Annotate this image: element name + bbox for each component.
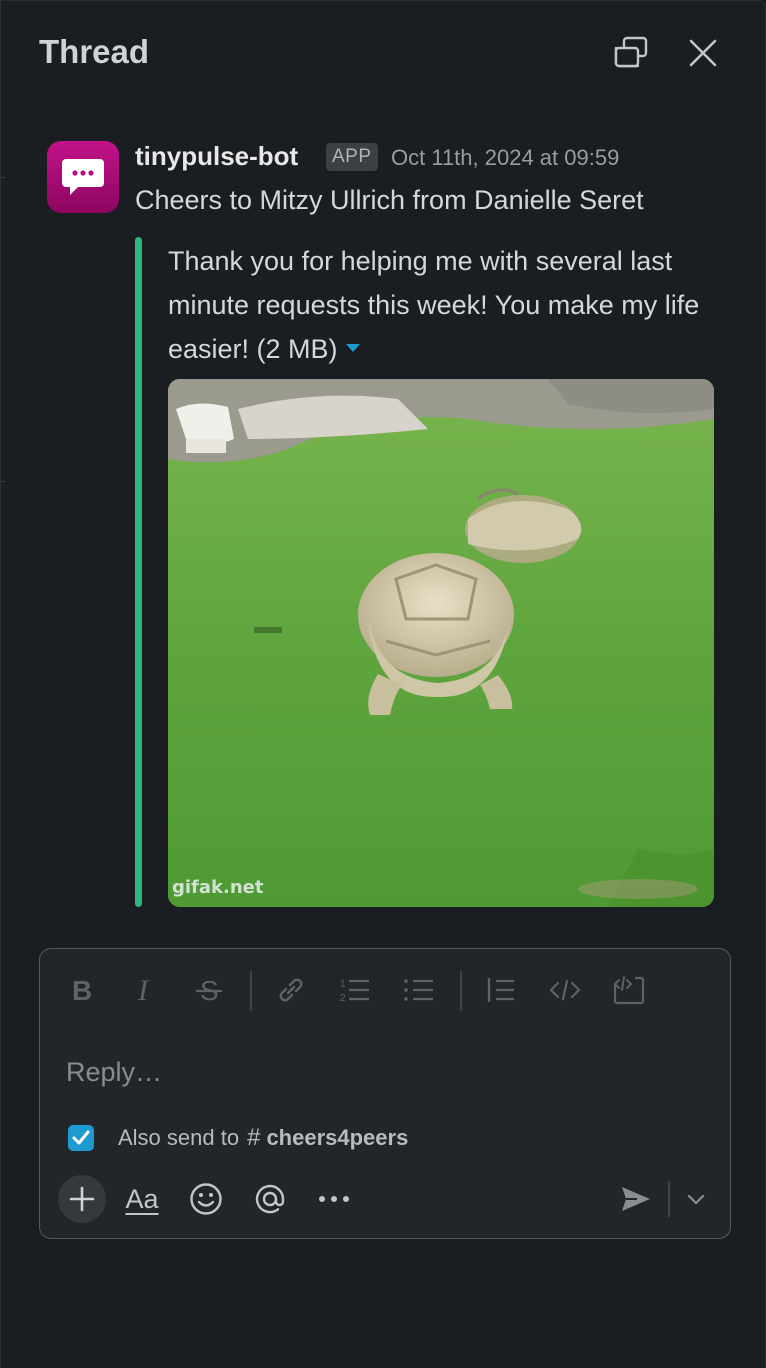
ordered-list-icon: 12 (340, 979, 369, 1004)
svg-text:1: 1 (340, 979, 346, 990)
link-button[interactable] (268, 967, 314, 1013)
gif-image[interactable]: gifak.net (168, 379, 714, 907)
checkmark-icon (72, 1130, 90, 1145)
reply-composer: B I S 12 Reply… Also send to # cheers4pe… (39, 948, 731, 1239)
chat-bubble-icon (62, 159, 104, 195)
bot-avatar[interactable] (47, 141, 119, 213)
also-send-checkbox[interactable] (68, 1125, 94, 1151)
ordered-list-button[interactable]: 12 (332, 967, 378, 1013)
mention-icon (255, 1184, 285, 1214)
italic-icon: I (137, 976, 150, 1004)
edge-divider (1, 481, 5, 482)
open-in-window-icon (614, 36, 648, 68)
message-text: Cheers to Mitzy Ullrich from Danielle Se… (135, 185, 644, 215)
strikethrough-button[interactable]: S (186, 967, 232, 1013)
emoji-icon (190, 1183, 222, 1215)
svg-text:B: B (72, 976, 92, 1004)
thread-title: Thread (39, 33, 150, 70)
code-button[interactable] (542, 967, 588, 1013)
strikethrough-icon: S (196, 975, 222, 1005)
gif-watermark: gifak.net (172, 877, 264, 898)
formatting-toolbar: B I S 12 (58, 967, 708, 1013)
italic-button[interactable]: I (122, 967, 168, 1013)
also-send-option[interactable]: Also send to # cheers4peers (68, 1123, 408, 1153)
code-block-button[interactable] (606, 967, 652, 1013)
bold-icon: B (72, 976, 92, 1004)
attachment-accent-bar (135, 237, 142, 907)
bold-button[interactable]: B (58, 967, 104, 1013)
toolbar-divider (460, 971, 462, 1011)
svg-text:2: 2 (340, 993, 346, 1004)
message-timestamp[interactable]: Oct 11th, 2024 at 09:59 (391, 145, 619, 171)
thread-panel: Thread tinypulse-bot APP Oct 11th, 2024 … (0, 0, 766, 1368)
plus-icon (69, 1186, 95, 1212)
format-toggle-button[interactable]: Aa (118, 1175, 166, 1223)
more-icon (319, 1196, 349, 1202)
send-divider (668, 1181, 670, 1217)
format-toggle-label: Aa (125, 1183, 159, 1214)
attachment-text-body: Thank you for helping me with several la… (168, 246, 700, 364)
close-icon (689, 39, 717, 67)
blockquote-button[interactable] (478, 967, 524, 1013)
also-send-channel[interactable]: cheers4peers (266, 1125, 408, 1151)
close-button[interactable] (681, 31, 725, 75)
mention-button[interactable] (246, 1175, 294, 1223)
send-button[interactable] (612, 1175, 660, 1223)
code-block-icon (613, 976, 645, 1005)
svg-text:I: I (137, 976, 150, 1004)
collapse-caret-icon[interactable] (345, 343, 360, 352)
toolbar-divider (250, 971, 252, 1011)
app-badge: APP (326, 143, 378, 171)
chevron-down-icon (687, 1194, 705, 1205)
send-options-button[interactable] (672, 1175, 720, 1223)
more-actions-button[interactable] (310, 1175, 358, 1223)
tortoise-gif-illustration: gifak.net (168, 379, 714, 907)
channel-hash-icon: # (247, 1124, 261, 1151)
blockquote-icon (487, 978, 514, 1002)
edge-divider (1, 177, 5, 178)
open-in-window-button[interactable] (609, 31, 653, 75)
code-icon (549, 979, 581, 1001)
link-icon (279, 978, 303, 1002)
sender-name[interactable]: tinypulse-bot (135, 141, 298, 172)
bulleted-list-button[interactable] (396, 967, 442, 1013)
thread-header: Thread (1, 1, 766, 105)
attachment-text: Thank you for helping me with several la… (168, 239, 728, 371)
emoji-button[interactable] (182, 1175, 230, 1223)
also-send-label: Also send to (118, 1125, 240, 1150)
reply-input[interactable] (66, 1049, 706, 1095)
composer-actions: Aa (58, 1175, 718, 1223)
attach-button[interactable] (58, 1175, 106, 1223)
send-icon (622, 1187, 650, 1211)
bulleted-list-icon (404, 979, 433, 1001)
